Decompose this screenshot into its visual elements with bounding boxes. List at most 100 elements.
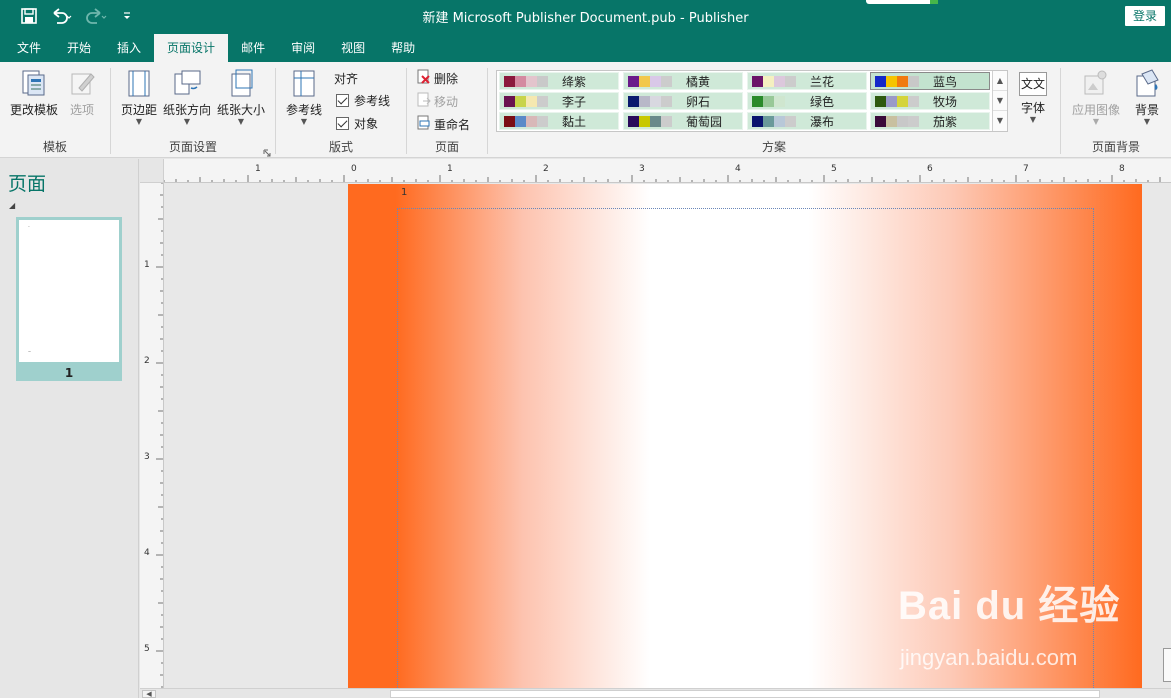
background-button[interactable]: 背景 ▼ (1127, 68, 1167, 126)
change-template-button[interactable]: 更改模板 (6, 68, 62, 118)
scheme-swatch (752, 95, 763, 107)
margin-guide (397, 208, 1094, 688)
fonts-button[interactable]: 文文 字体 ▼ (1014, 68, 1052, 124)
tab-mailings[interactable]: 邮件 (228, 34, 278, 62)
scrollbar-thumb[interactable] (390, 690, 1100, 698)
document-page[interactable]: 1 (348, 184, 1142, 688)
dialog-launcher-icon[interactable] (263, 146, 271, 157)
login-button[interactable]: 登录 (1125, 6, 1165, 26)
page-thumbnail-preview: · – (19, 220, 119, 362)
rename-page-icon (417, 115, 431, 134)
tab-help[interactable]: 帮助 (378, 34, 428, 62)
scheme-item[interactable]: 瀑布 (747, 112, 867, 130)
title-bar-overlay (866, 0, 938, 4)
scheme-swatch (650, 95, 661, 107)
page-navigation-title: 页面 (8, 173, 47, 195)
scheme-item[interactable]: 牧场 (870, 92, 990, 110)
tab-page-design[interactable]: 页面设计 (154, 34, 229, 62)
scheme-name: 牧场 (933, 94, 958, 109)
align-objects-checkbox[interactable]: 对象 (336, 113, 378, 133)
template-group: 更改模板 选项 模板 (0, 62, 110, 158)
margins-label: 页边距 (120, 103, 157, 117)
scheme-swatch (628, 115, 639, 127)
margins-button[interactable]: 页边距 ▼ (119, 68, 159, 126)
tab-home[interactable]: 开始 (54, 34, 104, 62)
ruler-label: 5 (831, 164, 837, 174)
scheme-swatch (526, 75, 537, 87)
page-setup-group: 页边距 ▼ 纸张方向 ▼ 纸张大小 ▼ 页面设置 (111, 62, 275, 158)
horizontal-ruler[interactable]: 1 0 1 2 3 4 5 6 7 8 (164, 159, 1171, 183)
side-handle[interactable] (1163, 648, 1171, 682)
scheme-item[interactable]: 李子 (499, 92, 619, 110)
window-title: 新建 Microsoft Publisher Document.pub - Pu… (422, 11, 749, 26)
delete-page-icon (417, 69, 431, 88)
margins-icon (124, 68, 154, 98)
scheme-swatch (785, 115, 796, 127)
scheme-name: 李子 (562, 94, 587, 109)
thumbnail-mark: · (28, 224, 30, 231)
orientation-label: 纸张方向 (162, 103, 211, 117)
scheme-swatch (908, 115, 919, 127)
tab-view[interactable]: 视图 (328, 34, 378, 62)
scroll-left-icon[interactable]: ◀ (142, 690, 156, 698)
gallery-scrollbar: ▲ ▼ ▼ (992, 71, 1007, 131)
gallery-more-icon[interactable]: ▼ (993, 111, 1007, 131)
apply-image-button[interactable]: 应用图像 ▼ (1069, 68, 1123, 126)
scheme-item[interactable]: 茄紫 (870, 112, 990, 130)
scheme-item-selected[interactable]: 蓝鸟 (870, 72, 990, 90)
scheme-swatch (875, 115, 886, 127)
options-button[interactable]: 选项 (62, 68, 102, 118)
scheme-item[interactable]: 绛紫 (499, 72, 619, 90)
scheme-swatch (504, 75, 515, 87)
change-template-icon (19, 68, 49, 98)
ruler-label: 1 (144, 260, 150, 270)
options-label: 选项 (69, 103, 94, 117)
fonts-icon: 文文 (1019, 72, 1047, 96)
vertical-ruler[interactable]: 1 2 3 4 5 (140, 183, 164, 688)
ruler-label: 0 (351, 164, 357, 174)
align-guides-checkbox[interactable]: 参考线 (336, 90, 390, 110)
gallery-scroll-up-icon[interactable]: ▲ (993, 71, 1007, 91)
ruler-label: 4 (144, 548, 150, 558)
gallery-scroll-down-icon[interactable]: ▼ (993, 91, 1007, 111)
guides-button[interactable]: 参考线 ▼ (284, 68, 324, 126)
scheme-swatch (639, 95, 650, 107)
scheme-item[interactable]: 兰花 (747, 72, 867, 90)
page-size-button[interactable]: 纸张大小 ▼ (215, 68, 267, 126)
scheme-item[interactable]: 卵石 (623, 92, 743, 110)
scheme-swatch (886, 115, 897, 127)
page-background-group-label: 页面背景 (1091, 140, 1140, 154)
horizontal-scrollbar[interactable]: ◀ (140, 688, 1171, 698)
scheme-swatch (752, 75, 763, 87)
scheme-name: 茄紫 (933, 114, 958, 129)
scheme-swatch (908, 75, 919, 87)
checkbox-checked-icon (336, 93, 349, 107)
move-page-button[interactable]: 移动 (417, 91, 458, 111)
scheme-item[interactable]: 葡萄园 (623, 112, 743, 130)
page-thumbnail[interactable]: · – 1 (16, 217, 122, 381)
tab-insert[interactable]: 插入 (104, 34, 154, 62)
tab-file[interactable]: 文件 (4, 34, 54, 62)
chevron-down-icon: ▼ (1092, 117, 1100, 126)
scheme-item[interactable]: 绿色 (747, 92, 867, 110)
delete-page-button[interactable]: 删除 (417, 68, 458, 88)
ruler-label: 3 (639, 164, 645, 174)
background-label: 背景 (1134, 103, 1159, 117)
rename-page-button[interactable]: 重命名 (417, 114, 470, 134)
publisher-window: 新建 Microsoft Publisher Document.pub - Pu… (0, 0, 1171, 698)
scheme-swatch (515, 75, 526, 87)
scheme-item[interactable]: 橘黄 (623, 72, 743, 90)
scheme-swatch (774, 95, 785, 107)
document-canvas[interactable]: 1 (164, 183, 1171, 688)
page-setup-group-label: 页面设置 (168, 140, 217, 154)
orientation-button[interactable]: 纸张方向 ▼ (161, 68, 213, 126)
scheme-name: 黏土 (562, 114, 587, 129)
move-page-label: 移动 (434, 94, 459, 109)
fonts-icon-text: 文文 (1020, 77, 1045, 91)
scheme-swatch (774, 115, 785, 127)
orientation-icon (172, 68, 202, 98)
tab-review[interactable]: 审阅 (278, 34, 328, 62)
scheme-name: 卵石 (686, 94, 711, 109)
scheme-item[interactable]: 黏土 (499, 112, 619, 130)
collapse-triangle-icon[interactable]: ◢ (9, 201, 15, 210)
